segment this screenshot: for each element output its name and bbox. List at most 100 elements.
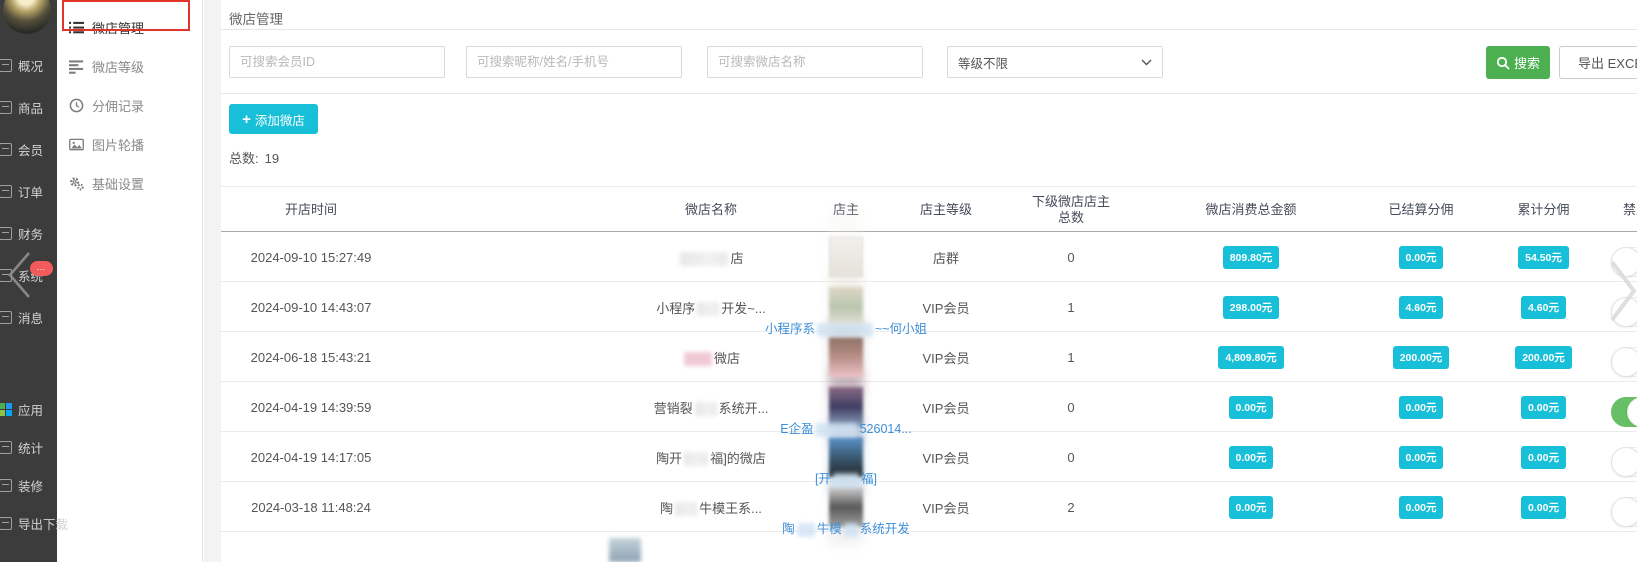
list-icon (69, 20, 84, 35)
blurred-segment (684, 352, 712, 366)
sidebar-item-8[interactable]: 应用 (0, 390, 57, 428)
owner-avatar (829, 237, 863, 277)
owner-link[interactable]: 小程序系~~何小姐 (765, 318, 927, 337)
disable-toggle[interactable] (1611, 447, 1637, 477)
owner-link[interactable]: 陶牛模系统开发 (782, 518, 910, 537)
sidebar-item-2[interactable]: 商品 (0, 86, 57, 128)
partial-next-row-avatar (609, 538, 641, 562)
table-header: 开店时间微店名称店主店主等级下级微店店主总数微店消费总金额已结算分佣累计分佣禁用… (221, 186, 1637, 232)
store-name-cell: 陶牛模王系... (616, 482, 806, 532)
text-segment: E企盈 (780, 422, 813, 436)
disable-cell (1611, 332, 1637, 382)
settled-commission-cell: 0.00元 (1366, 432, 1476, 482)
toggle-knob (1611, 447, 1637, 477)
sub-store-count-cell: 0 (1006, 432, 1136, 482)
app-root: 概况商品会员订单财务系统消息应用统计装修导出下载 … 微店管理微店等级分佣记录图… (0, 0, 1637, 562)
sidebar-item-label: 概况 (18, 56, 43, 75)
submenu-item-2[interactable]: 微店等级 (57, 47, 202, 86)
goods-icon (0, 101, 12, 114)
disable-toggle[interactable] (1611, 397, 1637, 427)
consume-total-cell: 298.00元 (1136, 282, 1366, 332)
sidebar-item-5[interactable]: 财务 (0, 212, 57, 254)
store-owner-cell: [开福] (806, 432, 886, 482)
open-time-cell: 2024-04-19 14:17:05 (226, 432, 396, 482)
text-segment: 店 (730, 251, 743, 266)
search-button[interactable]: 搜索 (1486, 46, 1550, 79)
toggle-knob (1611, 497, 1637, 527)
text-segment: 小程序 (656, 301, 695, 316)
sidebar-item-label: 统计 (18, 438, 43, 457)
submenu-item-5[interactable]: 基础设置 (57, 164, 202, 203)
submenu-item-label: 基础设置 (92, 174, 144, 193)
sub-store-count-cell: 0 (1006, 232, 1136, 282)
text-segment: 营销裂 (654, 401, 693, 416)
disable-toggle[interactable] (1611, 497, 1637, 527)
sidebar-item-10[interactable]: 装修 (0, 466, 57, 504)
clock-icon (69, 98, 84, 113)
sub-menu: 微店管理微店等级分佣记录图片轮播基础设置 (57, 0, 202, 203)
blurred-segment (684, 452, 708, 466)
blurred-segment (817, 323, 873, 337)
image-carousel-icon (69, 137, 84, 152)
total-commission-cell: 200.00元 (1476, 332, 1611, 382)
column-header: 微店名称 (616, 187, 806, 233)
plus-icon: + (242, 112, 251, 127)
main-sidebar: 概况商品会员订单财务系统消息应用统计装修导出下载 … (0, 0, 57, 562)
level-select[interactable]: 等级不限 (947, 46, 1163, 78)
text-segment: 系统开发 (860, 522, 910, 536)
chevron-down-icon (1141, 59, 1152, 66)
store-owner-cell: 陶牛模系统开发 (806, 482, 886, 532)
disable-cell (1611, 482, 1637, 532)
divider (221, 29, 1637, 30)
apps-icon (0, 403, 12, 416)
amount-badge: 0.00元 (1399, 246, 1444, 269)
disable-toggle[interactable] (1611, 347, 1637, 377)
stores-table: 开店时间微店名称店主店主等级下级微店店主总数微店消费总金额已结算分佣累计分佣禁用… (221, 186, 1637, 532)
store-name: 营销裂系统开... (654, 398, 769, 417)
avatar[interactable] (3, 0, 51, 34)
add-store-button[interactable]: + 添加微店 (229, 104, 318, 134)
chevron-right-icon (1609, 258, 1637, 324)
open-time-cell: 2024-09-10 15:27:49 (226, 232, 396, 282)
text-segment: 牛模 (817, 522, 842, 536)
amount-badge: 0.00元 (1521, 396, 1566, 419)
amount-badge: 4,809.80元 (1218, 346, 1283, 369)
store-owner-cell (806, 332, 886, 382)
owner-link[interactable]: [开福] (815, 468, 877, 487)
settled-commission-cell: 200.00元 (1366, 332, 1476, 382)
sidebar-item-4[interactable]: 订单 (0, 170, 57, 212)
amount-badge: 0.00元 (1399, 446, 1444, 469)
add-store-label: 添加微店 (255, 110, 305, 129)
submenu-item-3[interactable]: 分佣记录 (57, 86, 202, 125)
collapse-chevron-icon[interactable] (2, 250, 34, 300)
owner-level-cell: VIP会员 (886, 332, 1006, 382)
submenu-item-4[interactable]: 图片轮播 (57, 125, 202, 164)
consume-total-cell: 0.00元 (1136, 482, 1366, 532)
submenu-item-1[interactable]: 微店管理 (57, 8, 202, 47)
sidebar-item-9[interactable]: 统计 (0, 428, 57, 466)
amount-badge: 0.00元 (1521, 496, 1566, 519)
amount-badge: 4.60元 (1399, 296, 1444, 319)
text-segment: 陶 (660, 501, 673, 516)
consume-total-cell: 809.80元 (1136, 232, 1366, 282)
amount-badge: 54.50元 (1518, 246, 1569, 269)
text-segment: 526014... (860, 422, 912, 436)
owner-link[interactable]: E企盈 526014... (780, 418, 911, 437)
text-segment: 开发~... (721, 301, 765, 316)
main-content: 微店管理 等级不限 搜索 导出 EXCEL + 添加微店 总数:19 (221, 0, 1637, 562)
sidebar-item-1[interactable]: 概况 (0, 44, 57, 86)
blurred-segment (797, 523, 815, 537)
sidebar-content-gap (204, 0, 221, 562)
finance-icon (0, 227, 12, 240)
level-select-value: 等级不限 (958, 53, 1008, 72)
sidebar-item-7[interactable]: 消息 (0, 296, 57, 338)
nickname-search-input[interactable] (466, 46, 682, 78)
store-name-search-input[interactable] (707, 46, 923, 78)
submenu-item-label: 分佣记录 (92, 96, 144, 115)
export-excel-button[interactable]: 导出 EXCEL (1559, 46, 1637, 79)
column-header: 下级微店店主总数 (1006, 187, 1136, 233)
sidebar-item-3[interactable]: 会员 (0, 128, 57, 170)
member-id-search-input[interactable] (229, 46, 445, 78)
sidebar-item-11[interactable]: 导出下载 (0, 504, 57, 542)
search-icon (1496, 56, 1510, 70)
